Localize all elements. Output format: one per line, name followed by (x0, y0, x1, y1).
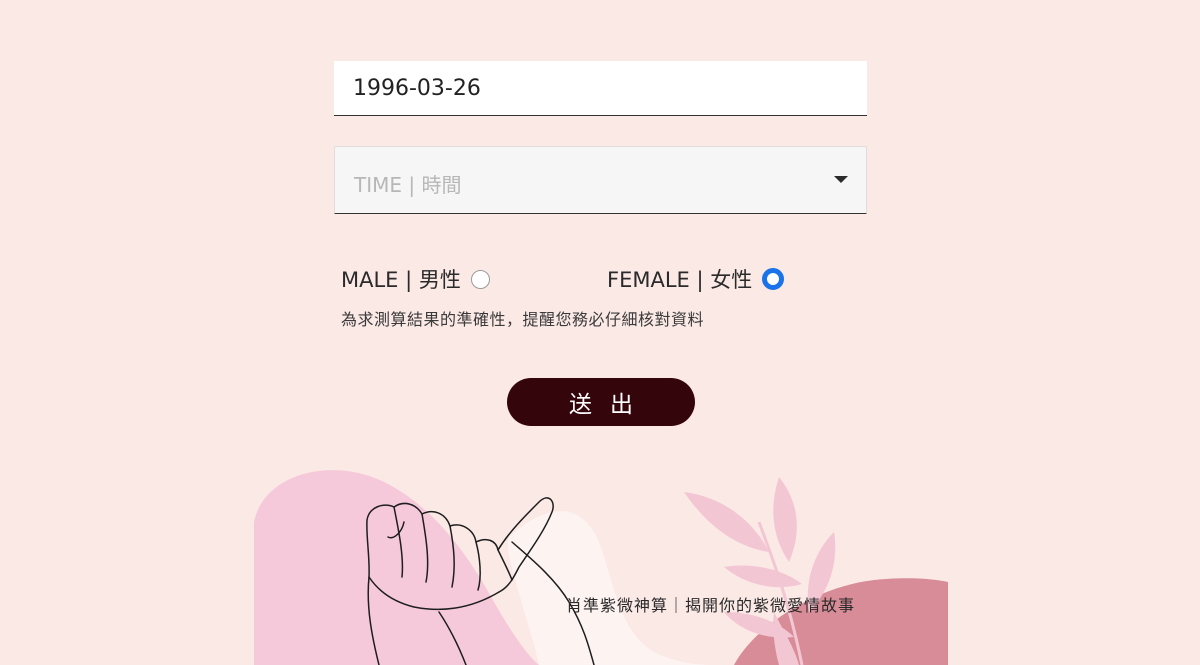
male-radio[interactable] (470, 269, 490, 289)
pink-blob (254, 470, 539, 665)
gender-option-female[interactable]: FEMALE | 女性 (607, 264, 785, 294)
page: TIME | 時間 MALE | 男性 FEMALE | 女性 為求測算結果的準… (0, 0, 1200, 665)
birth-time-select[interactable]: TIME | 時間 (334, 146, 867, 214)
female-label: FEMALE | 女性 (607, 268, 753, 292)
white-swirl (508, 511, 714, 665)
accuracy-hint: 為求測算結果的準確性，提醒您務必仔細核對資料 (341, 310, 705, 329)
time-placeholder: TIME | 時間 (354, 173, 462, 197)
chevron-down-icon[interactable] (834, 176, 848, 183)
male-label: MALE | 男性 (341, 268, 461, 292)
illustration-svg (254, 470, 948, 665)
tagline: 肖準紫微神算｜揭開你的紫微愛情故事 (566, 596, 856, 615)
gender-option-male[interactable]: MALE | 男性 (341, 264, 490, 294)
submit-button[interactable]: 送出 (507, 378, 695, 426)
birth-date-input[interactable] (334, 61, 867, 115)
pinky-promise-illustration (254, 462, 948, 665)
female-radio[interactable] (762, 268, 785, 290)
birth-date-field[interactable] (334, 61, 867, 116)
